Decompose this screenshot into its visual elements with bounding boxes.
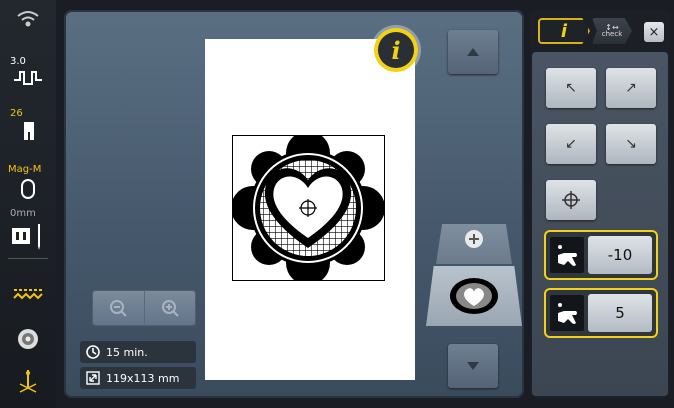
right-control-panel: i ↕↔ check × ↖ ↗ ↙ ↘ -10 5	[530, 10, 670, 398]
move-down-left-button[interactable]: ↙	[546, 124, 596, 164]
center-design-button[interactable]	[546, 180, 596, 220]
size-status: 119x113 mm	[80, 367, 196, 389]
zoom-out-button[interactable]	[92, 290, 145, 326]
vertical-offset-control[interactable]: 5	[544, 288, 658, 338]
embroidery-editing-area: i 15 min. 119x113 mm	[64, 10, 524, 398]
tab-check[interactable]: ↕↔ check	[592, 18, 632, 44]
layer-design-thumbnail	[450, 278, 498, 314]
horizontal-offset-control[interactable]: -10	[544, 230, 658, 280]
design-size: 119x113 mm	[106, 371, 180, 385]
arrow-up-left-icon: ↖	[565, 80, 577, 96]
info-icon: i	[391, 35, 401, 65]
zoom-in-icon	[162, 300, 179, 317]
stitch-time: 15 min.	[106, 345, 148, 359]
layer-thumbnail[interactable]	[426, 266, 522, 326]
tab-info[interactable]: i	[538, 18, 590, 44]
tab-info-label: i	[560, 20, 568, 42]
hand-icon	[550, 237, 584, 273]
layer-stack	[426, 224, 524, 330]
move-up-right-button[interactable]: ↗	[606, 68, 656, 108]
scroll-down-button[interactable]	[448, 344, 498, 388]
left-status-strip: 3.0 26 Mag-M 0mm	[0, 0, 56, 408]
move-up-left-button[interactable]: ↖	[546, 68, 596, 108]
hand-icon	[550, 295, 584, 331]
crosshair-icon	[562, 191, 580, 209]
arrow-down-left-icon: ↙	[565, 136, 577, 152]
feed-dog-icon[interactable]	[0, 284, 56, 304]
hoop-name: Mag-M	[8, 164, 42, 175]
stitch-width-icon	[14, 71, 42, 85]
needle-offset-value: 0mm	[10, 208, 36, 219]
move-down-right-button[interactable]: ↘	[606, 124, 656, 164]
heart-design[interactable]	[233, 136, 384, 280]
zoom-in-button[interactable]	[144, 290, 196, 326]
hoop-area	[205, 39, 415, 380]
design-selection-box[interactable]	[232, 135, 385, 281]
zoom-controls	[92, 290, 196, 326]
bobbin-icon[interactable]	[0, 326, 56, 352]
presser-foot-value: 26	[10, 108, 23, 119]
clock-icon	[86, 345, 100, 359]
zoom-out-icon	[110, 300, 127, 317]
close-icon: ×	[648, 24, 660, 40]
presser-foot-icon	[24, 122, 34, 140]
divider	[8, 258, 48, 259]
vertical-offset-value: 5	[588, 294, 652, 332]
resize-icon	[86, 371, 100, 385]
needle-plate-icon	[12, 224, 40, 250]
close-button[interactable]: ×	[644, 22, 664, 42]
horizontal-offset-value: -10	[588, 236, 652, 274]
time-status: 15 min.	[80, 341, 196, 363]
info-button[interactable]: i	[374, 28, 418, 72]
move-controls: ↖ ↗ ↙ ↘ -10 5	[532, 52, 668, 396]
add-layer-button[interactable]	[465, 230, 483, 248]
arrow-down-right-icon: ↘	[625, 136, 637, 152]
needle-stop-icon[interactable]	[0, 368, 56, 396]
arrow-up-right-icon: ↗	[625, 80, 637, 96]
wifi-icon[interactable]	[0, 6, 56, 34]
hoop-icon	[21, 179, 35, 199]
plus-icon	[469, 234, 479, 244]
scroll-up-button[interactable]	[448, 30, 498, 74]
triangle-up-icon	[467, 48, 479, 56]
stitch-width-value: 3.0	[10, 56, 26, 67]
triangle-down-icon	[467, 362, 479, 370]
tab-check-label: check	[601, 30, 623, 38]
